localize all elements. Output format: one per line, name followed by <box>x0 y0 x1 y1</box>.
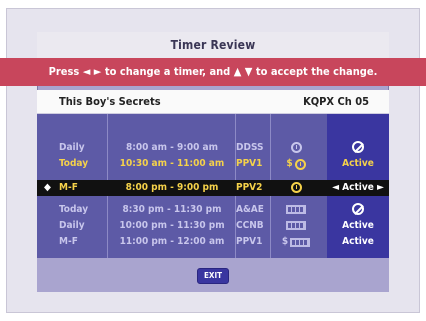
timer-status[interactable]: Active <box>327 234 389 250</box>
right-arrow-icon[interactable]: ► <box>374 182 384 193</box>
program-info-bar: This Boy's Secrets KQPX Ch 05 <box>37 90 389 114</box>
timer-network: CCNB <box>236 220 264 231</box>
timer-row[interactable]: Today 8:30 pm - 11:30 pm A&AE <box>37 202 389 218</box>
ban-icon <box>352 141 364 153</box>
timer-day: Today <box>59 204 89 215</box>
timer-status[interactable] <box>327 202 389 218</box>
banner-text-mid: to change a timer, and <box>104 65 231 78</box>
program-name: This Boy's Secrets <box>59 95 161 108</box>
timer-network: DDSS <box>236 142 264 153</box>
up-down-selector-icon: ◆ <box>44 182 51 193</box>
clock-icon <box>271 180 321 196</box>
timer-day: M-F <box>59 182 78 193</box>
timer-network: PPV2 <box>236 182 263 193</box>
timer-row-selected[interactable]: ◆ M-F 8:00 pm - 9:00 pm PPV2 ◄ Active ► <box>37 180 389 196</box>
timer-day: M-F <box>59 236 78 247</box>
timer-time: 8:00 am - 9:00 am <box>126 142 218 153</box>
timer-time: 8:30 pm - 11:30 pm <box>122 204 222 215</box>
dollar-film-icon: $ <box>271 234 321 251</box>
clock-icon <box>271 140 321 156</box>
up-down-arrows-icon: ▲ ▼ <box>233 65 253 78</box>
film-icon <box>271 218 321 234</box>
timer-day: Daily <box>59 142 85 153</box>
timer-status[interactable]: Active <box>327 156 389 172</box>
banner-text-after: to accept the change. <box>255 65 378 78</box>
timer-status[interactable]: ◄ Active ► <box>327 180 389 196</box>
timer-table: Daily 8:00 am - 9:00 am DDSS Today 10:30… <box>37 114 389 258</box>
film-icon <box>271 202 321 218</box>
timer-network: PPV1 <box>236 158 263 169</box>
timer-row[interactable]: Daily 10:00 pm - 11:30 pm CCNB Active <box>37 218 389 234</box>
timer-network: PPV1 <box>236 236 263 247</box>
program-channel: KQPX Ch 05 <box>303 95 369 108</box>
dialog-footer: EXIT <box>37 258 389 292</box>
timer-network: A&AE <box>236 204 264 215</box>
dialog-title: Timer Review <box>37 32 389 58</box>
timer-row[interactable]: Today 10:30 am - 11:00 am PPV1 $ Active <box>37 156 389 172</box>
dollar-clock-icon: $ <box>271 156 321 173</box>
timer-status-label: Active <box>342 182 374 193</box>
ban-icon <box>352 203 364 215</box>
banner-text-before: Press <box>48 65 80 78</box>
left-arrow-icon[interactable]: ◄ <box>332 182 342 193</box>
timer-row[interactable]: Daily 8:00 am - 9:00 am DDSS <box>37 140 389 156</box>
timer-time: 11:00 pm - 12:00 am <box>119 236 225 247</box>
timer-time: 10:00 pm - 11:30 pm <box>119 220 225 231</box>
timer-time: 10:30 am - 11:00 am <box>119 158 225 169</box>
timer-time: 8:00 pm - 9:00 pm <box>125 182 219 193</box>
instruction-banner: Press ◄ ► to change a timer, and ▲ ▼ to … <box>0 58 426 86</box>
timer-day: Today <box>59 158 89 169</box>
timer-row[interactable]: M-F 11:00 pm - 12:00 am PPV1 $ Active <box>37 234 389 250</box>
exit-button[interactable]: EXIT <box>197 268 229 284</box>
left-right-arrows-icon: ◄ ► <box>82 65 102 78</box>
timer-status[interactable]: Active <box>327 218 389 234</box>
timer-day: Daily <box>59 220 85 231</box>
timer-status[interactable] <box>327 140 389 156</box>
